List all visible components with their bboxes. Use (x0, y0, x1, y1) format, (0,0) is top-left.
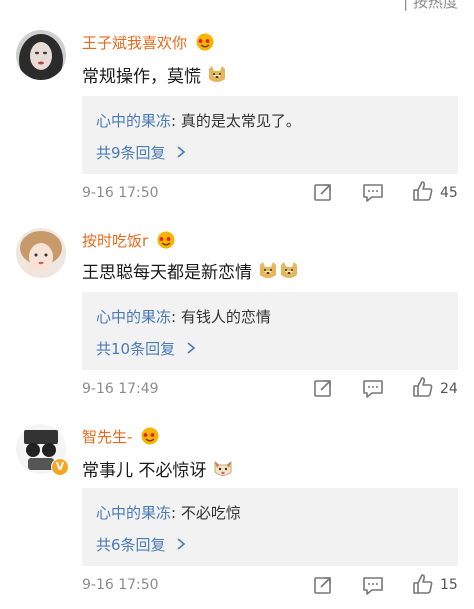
reply-button[interactable] (362, 576, 384, 600)
doge-icon (279, 261, 299, 286)
reply-preview[interactable]: 心中的果冻: 有钱人的恋情 共10条回复 (82, 292, 458, 370)
like-count: 15 (440, 577, 458, 593)
more-replies-link[interactable]: 共10条回复 (96, 338, 196, 359)
reply-username[interactable]: 心中的果冻 (96, 112, 171, 130)
verified-badge: V (51, 458, 69, 476)
more-replies-label: 共6条回复 (96, 536, 166, 554)
more-replies-link[interactable]: 共6条回复 (96, 534, 186, 555)
heart-eyes-face-icon (195, 33, 215, 55)
repost-button[interactable] (313, 182, 333, 206)
reply-button[interactable] (362, 379, 384, 403)
comment-time: 9-16 17:50 (82, 185, 159, 201)
reply-text: 不必吃惊 (180, 504, 241, 522)
heart-eyes-face-icon (140, 427, 160, 449)
comment-icon (363, 577, 383, 595)
comment-text-value: 常事儿 不必惊讶 (82, 461, 207, 481)
chevron-right-icon (172, 144, 187, 162)
share-icon (314, 577, 331, 594)
reply-line: 心中的果冻: 有钱人的恋情 (96, 306, 271, 327)
reply-text: 真的是太常见了。 (180, 112, 301, 130)
reply-text: 有钱人的恋情 (180, 308, 271, 326)
username[interactable]: 王子斌我喜欢你 (82, 32, 215, 55)
username-text: 智先生- (82, 428, 133, 446)
thumbs-up-icon (413, 574, 433, 594)
username-text: 王子斌我喜欢你 (82, 34, 188, 52)
doge-icon (258, 261, 278, 286)
repost-button[interactable] (313, 575, 333, 599)
reply-button[interactable] (362, 183, 384, 207)
reply-separator: : (171, 308, 181, 326)
reply-line: 心中的果冻: 不必吃惊 (96, 502, 241, 523)
username-text: 按时吃饭r (82, 232, 149, 250)
reply-separator: : (171, 504, 181, 522)
avatar[interactable] (16, 228, 66, 278)
chevron-right-icon (172, 536, 187, 554)
sort-toggle-label[interactable]: | 按热度 (403, 0, 458, 12)
reply-preview[interactable]: 心中的果冻: 不必吃惊 共6条回复 (82, 488, 458, 566)
comment-text: 常事儿 不必惊讶 (82, 456, 233, 484)
like-button[interactable] (412, 573, 434, 599)
like-count: 45 (440, 185, 458, 201)
reply-preview[interactable]: 心中的果冻: 真的是太常见了。 共9条回复 (82, 96, 458, 174)
cat-face-icon (213, 459, 233, 484)
like-count: 24 (440, 381, 458, 397)
more-replies-label: 共9条回复 (96, 144, 166, 162)
avatar[interactable] (16, 30, 66, 80)
username[interactable]: 智先生- (82, 426, 160, 449)
heart-eyes-face-icon (156, 231, 176, 253)
comment-icon (363, 380, 383, 398)
like-button[interactable] (412, 376, 434, 402)
share-icon (314, 184, 331, 201)
chevron-right-icon (181, 340, 196, 358)
comment-time: 9-16 17:50 (82, 577, 159, 593)
comment-icon (363, 184, 383, 202)
doge-icon (207, 65, 227, 90)
repost-button[interactable] (313, 378, 333, 402)
reply-username[interactable]: 心中的果冻 (96, 308, 171, 326)
comment-text: 王思聪每天都是新恋情 (82, 258, 299, 286)
thumbs-up-icon (413, 377, 433, 397)
comment-text-value: 常规操作，莫慌 (82, 67, 201, 87)
reply-separator: : (171, 112, 181, 130)
thumbs-up-icon (413, 181, 433, 201)
more-replies-link[interactable]: 共9条回复 (96, 142, 186, 163)
reply-username[interactable]: 心中的果冻 (96, 504, 171, 522)
share-icon (314, 380, 331, 397)
comment-time: 9-16 17:49 (82, 381, 159, 397)
comment-text: 常规操作，莫慌 (82, 62, 227, 90)
like-button[interactable] (412, 180, 434, 206)
comment-text-value: 王思聪每天都是新恋情 (82, 263, 252, 283)
username[interactable]: 按时吃饭r (82, 230, 176, 253)
more-replies-label: 共10条回复 (96, 340, 176, 358)
sort-bar: | 按热度 (0, 0, 474, 14)
reply-line: 心中的果冻: 真的是太常见了。 (96, 110, 301, 131)
